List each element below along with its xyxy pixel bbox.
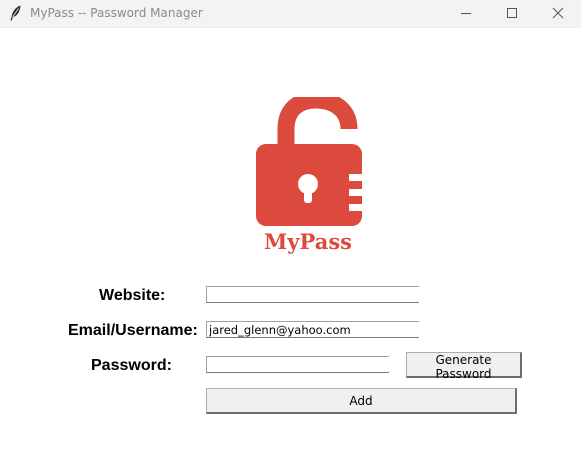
maximize-icon — [507, 8, 517, 18]
website-label: Website: — [99, 287, 166, 304]
minimize-icon — [461, 13, 471, 14]
maximize-button[interactable] — [489, 0, 535, 27]
email-input[interactable] — [206, 321, 419, 338]
window-title: MyPass -- Password Manager — [30, 6, 203, 20]
mypass-logo: MyPass — [250, 91, 365, 257]
minimize-button[interactable] — [443, 0, 489, 27]
password-input[interactable] — [206, 356, 389, 373]
generate-password-button[interactable]: Generate Password — [406, 352, 522, 381]
password-label: Password: — [91, 357, 172, 374]
logo-text: MyPass — [264, 229, 352, 254]
email-label: Email/Username: — [68, 322, 198, 339]
close-icon — [552, 7, 564, 19]
close-button[interactable] — [535, 0, 581, 27]
feather-icon — [9, 5, 23, 21]
title-bar: MyPass -- Password Manager — [0, 0, 581, 28]
website-input[interactable] — [206, 286, 419, 303]
open-padlock-icon: MyPass — [256, 91, 362, 254]
add-button[interactable]: Add — [206, 388, 517, 414]
